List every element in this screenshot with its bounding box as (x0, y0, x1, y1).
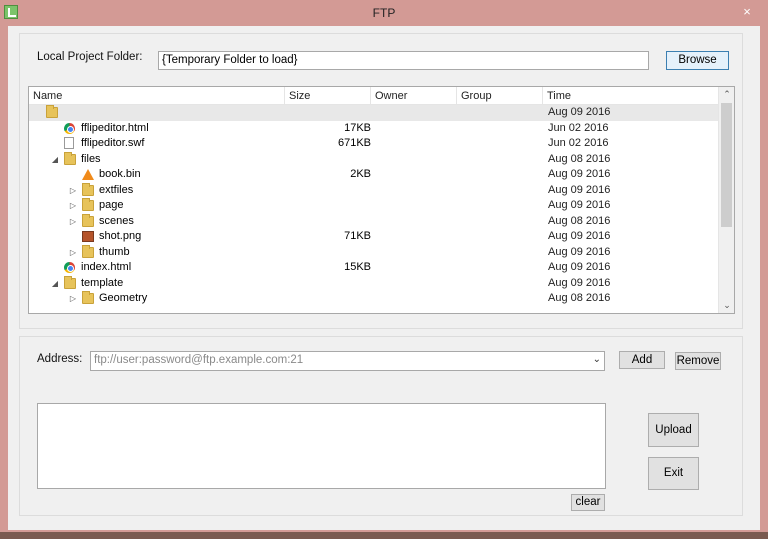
row-name: page (99, 199, 124, 211)
remove-button[interactable]: Remove (675, 352, 721, 370)
table-row[interactable]: index.html 15KB Aug 09 2016 (29, 260, 719, 276)
expand-arrow-icon[interactable]: ▷ (68, 291, 78, 307)
row-name: book.bin (99, 168, 141, 180)
table-row[interactable]: ▷ page Aug 09 2016 (29, 198, 719, 214)
file-tree-list[interactable]: Name Size Owner Group Time Aug 09 2016 ff… (28, 86, 735, 314)
title-bar[interactable]: FTP × (0, 0, 768, 26)
column-header-size[interactable]: Size (285, 87, 371, 105)
local-folder-input[interactable]: {Temporary Folder to load} (158, 51, 649, 70)
scroll-up-icon[interactable]: ⌃ (719, 87, 734, 102)
client-area: Local Project Folder: {Temporary Folder … (8, 26, 760, 530)
row-time: Aug 08 2016 (548, 292, 611, 304)
column-header-owner[interactable]: Owner (371, 87, 457, 105)
folder-icon (82, 198, 94, 211)
browse-button[interactable]: Browse (666, 51, 729, 70)
row-name: thumb (99, 245, 130, 258)
upload-button[interactable]: Upload (648, 413, 699, 447)
vertical-scrollbar[interactable]: ⌃ ⌄ (718, 87, 734, 313)
folder-icon (46, 105, 58, 118)
row-time: Jun 02 2016 (548, 137, 609, 149)
row-time: Aug 09 2016 (548, 106, 611, 118)
scroll-thumb[interactable] (721, 103, 732, 227)
chrome-icon (64, 262, 75, 273)
folder-icon (82, 213, 94, 227)
collapse-arrow-icon[interactable]: ◢ (50, 152, 60, 168)
row-size: 71KB (344, 230, 371, 242)
row-name: shot.png (99, 230, 142, 242)
file-rows: Aug 09 2016 fflipeditor.html 17KB Jun 02 20… (29, 105, 719, 307)
list-header: Name Size Owner Group Time (29, 87, 719, 105)
chevron-down-icon[interactable]: ⌄ (593, 354, 601, 365)
table-row[interactable]: book.bin 2KB Aug 09 2016 (29, 167, 719, 183)
address-combobox[interactable]: ftp://user:password@ftp.example.com:21 ⌄ (90, 351, 605, 371)
clear-button[interactable]: clear (571, 494, 605, 511)
folder-icon (64, 275, 76, 289)
row-time: Aug 09 2016 (548, 168, 611, 180)
row-time: Jun 02 2016 (548, 121, 609, 134)
scroll-down-icon[interactable]: ⌄ (719, 298, 734, 313)
row-name: fflipeditor.swf (81, 137, 145, 149)
folder-icon (82, 291, 94, 304)
exit-button[interactable]: Exit (648, 457, 699, 490)
file-icon (64, 137, 74, 149)
column-header-name[interactable]: Name (29, 87, 285, 105)
row-time: Aug 09 2016 (548, 276, 611, 289)
row-time: Aug 08 2016 (548, 214, 611, 227)
table-row[interactable]: ▷ thumb Aug 09 2016 (29, 244, 719, 261)
row-time: Aug 08 2016 (548, 152, 611, 165)
row-name: scenes (99, 214, 134, 227)
table-row[interactable]: ▷ Geometry Aug 08 2016 (29, 291, 719, 307)
folder-icon (82, 244, 94, 258)
row-time: Aug 09 2016 (548, 230, 611, 242)
table-row[interactable]: ▷ scenes Aug 08 2016 (29, 213, 719, 230)
row-time: Aug 09 2016 (548, 245, 611, 258)
local-folder-group: Local Project Folder: {Temporary Folder … (19, 33, 743, 329)
collapse-arrow-icon[interactable]: ◢ (50, 276, 60, 292)
folder-icon (64, 151, 76, 165)
table-row[interactable]: Aug 09 2016 (29, 105, 719, 121)
add-button[interactable]: Add (619, 351, 665, 369)
row-size: 15KB (344, 261, 371, 273)
address-value: ftp://user:password@ftp.example.com:21 (94, 354, 304, 366)
row-name: files (81, 152, 101, 165)
window-title: FTP (372, 6, 396, 20)
cone-icon (82, 169, 94, 180)
row-name: index.html (81, 261, 132, 273)
table-row[interactable]: ◢ template Aug 09 2016 (29, 275, 719, 292)
row-name: Geometry (99, 292, 148, 304)
table-row[interactable]: fflipeditor.html 17KB Jun 02 2016 (29, 121, 719, 137)
expand-arrow-icon[interactable]: ▷ (68, 214, 78, 230)
folder-icon (82, 182, 94, 196)
row-size: 17KB (344, 121, 371, 134)
row-time: Aug 09 2016 (548, 183, 611, 196)
row-name: extfiles (99, 183, 134, 196)
table-row[interactable]: ▷ extfiles Aug 09 2016 (29, 182, 719, 199)
row-size: 671KB (337, 137, 371, 149)
address-label: Address: (37, 353, 83, 365)
row-name: fflipeditor.html (81, 121, 149, 134)
table-row[interactable]: fflipeditor.swf 671KB Jun 02 2016 (29, 136, 719, 152)
row-size: 2KB (350, 168, 371, 180)
row-name: template (81, 276, 124, 289)
image-icon (82, 231, 94, 242)
ftp-window: FTP × Local Project Folder: {Temporary F… (0, 0, 768, 532)
expand-arrow-icon[interactable]: ▷ (68, 198, 78, 214)
expand-arrow-icon[interactable]: ▷ (68, 245, 78, 261)
close-icon[interactable]: × (734, 3, 760, 21)
row-time: Aug 09 2016 (548, 199, 611, 211)
row-time: Aug 09 2016 (548, 261, 611, 273)
chrome-icon (64, 122, 75, 134)
table-row[interactable]: ◢ files Aug 08 2016 (29, 151, 719, 168)
log-textarea[interactable] (37, 403, 606, 489)
column-header-time[interactable]: Time (543, 87, 719, 105)
local-folder-label: Local Project Folder: (37, 51, 143, 63)
table-row[interactable]: shot.png 71KB Aug 09 2016 (29, 229, 719, 245)
column-header-group[interactable]: Group (457, 87, 543, 105)
expand-arrow-icon[interactable]: ▷ (68, 183, 78, 199)
